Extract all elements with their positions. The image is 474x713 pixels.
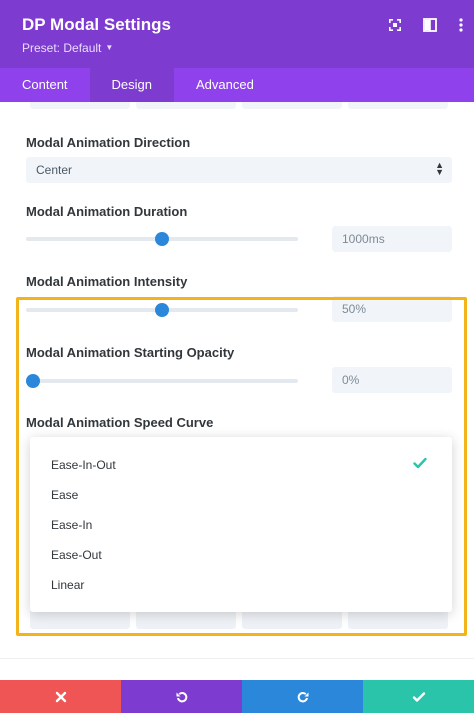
previous-field-edge [136,102,236,109]
close-icon [55,691,66,702]
more-icon[interactable] [452,16,470,34]
option-linear[interactable]: Linear [51,578,84,592]
previous-field-edge [242,102,342,109]
option-ease-out[interactable]: Ease-Out [51,548,102,562]
tab-content[interactable]: Content [0,68,90,102]
duration-input[interactable]: 1000ms [332,226,452,252]
modal-header: DP Modal Settings Preset: Default ▼ [0,0,474,68]
undo-button[interactable] [121,680,242,713]
check-icon [412,691,425,702]
preset-label: Preset: Default [22,41,102,55]
redo-button[interactable] [242,680,363,713]
modal-footer [0,680,474,713]
preset-selector[interactable]: Preset: Default ▼ [22,41,113,55]
direction-label: Modal Animation Direction [26,135,191,150]
check-icon [412,455,428,471]
option-ease-in[interactable]: Ease-In [51,518,92,532]
sidebar-icon[interactable] [421,16,439,34]
duration-label: Modal Animation Duration [26,204,188,219]
redo-icon [297,691,308,702]
tab-advanced[interactable]: Advanced [174,68,276,102]
intensity-label: Modal Animation Intensity [26,274,188,289]
duration-slider-thumb[interactable] [155,232,169,246]
speed-curve-dropdown: Ease-In-Out Ease Ease-In Ease-Out Linear [30,437,452,612]
previous-field-edge [348,102,448,109]
expand-icon[interactable] [386,16,404,34]
settings-tabs: Content Design Advanced [0,68,474,102]
tab-design[interactable]: Design [89,68,175,102]
direction-select-value: Center [36,163,73,177]
select-arrows-icon: ▲ ▼ [435,160,444,177]
undo-icon [176,691,187,702]
modal-title: DP Modal Settings [22,15,171,34]
option-ease-in-out[interactable]: Ease-In-Out [51,458,116,472]
footer-divider [0,658,474,659]
option-ease[interactable]: Ease [51,488,78,502]
previous-field-edge [30,102,130,109]
duration-slider-track[interactable] [26,232,298,246]
direction-select[interactable]: Center ▲ ▼ [26,157,452,183]
caret-down-icon: ▼ [105,43,114,52]
save-button[interactable] [363,680,474,713]
cancel-button[interactable] [0,680,121,713]
